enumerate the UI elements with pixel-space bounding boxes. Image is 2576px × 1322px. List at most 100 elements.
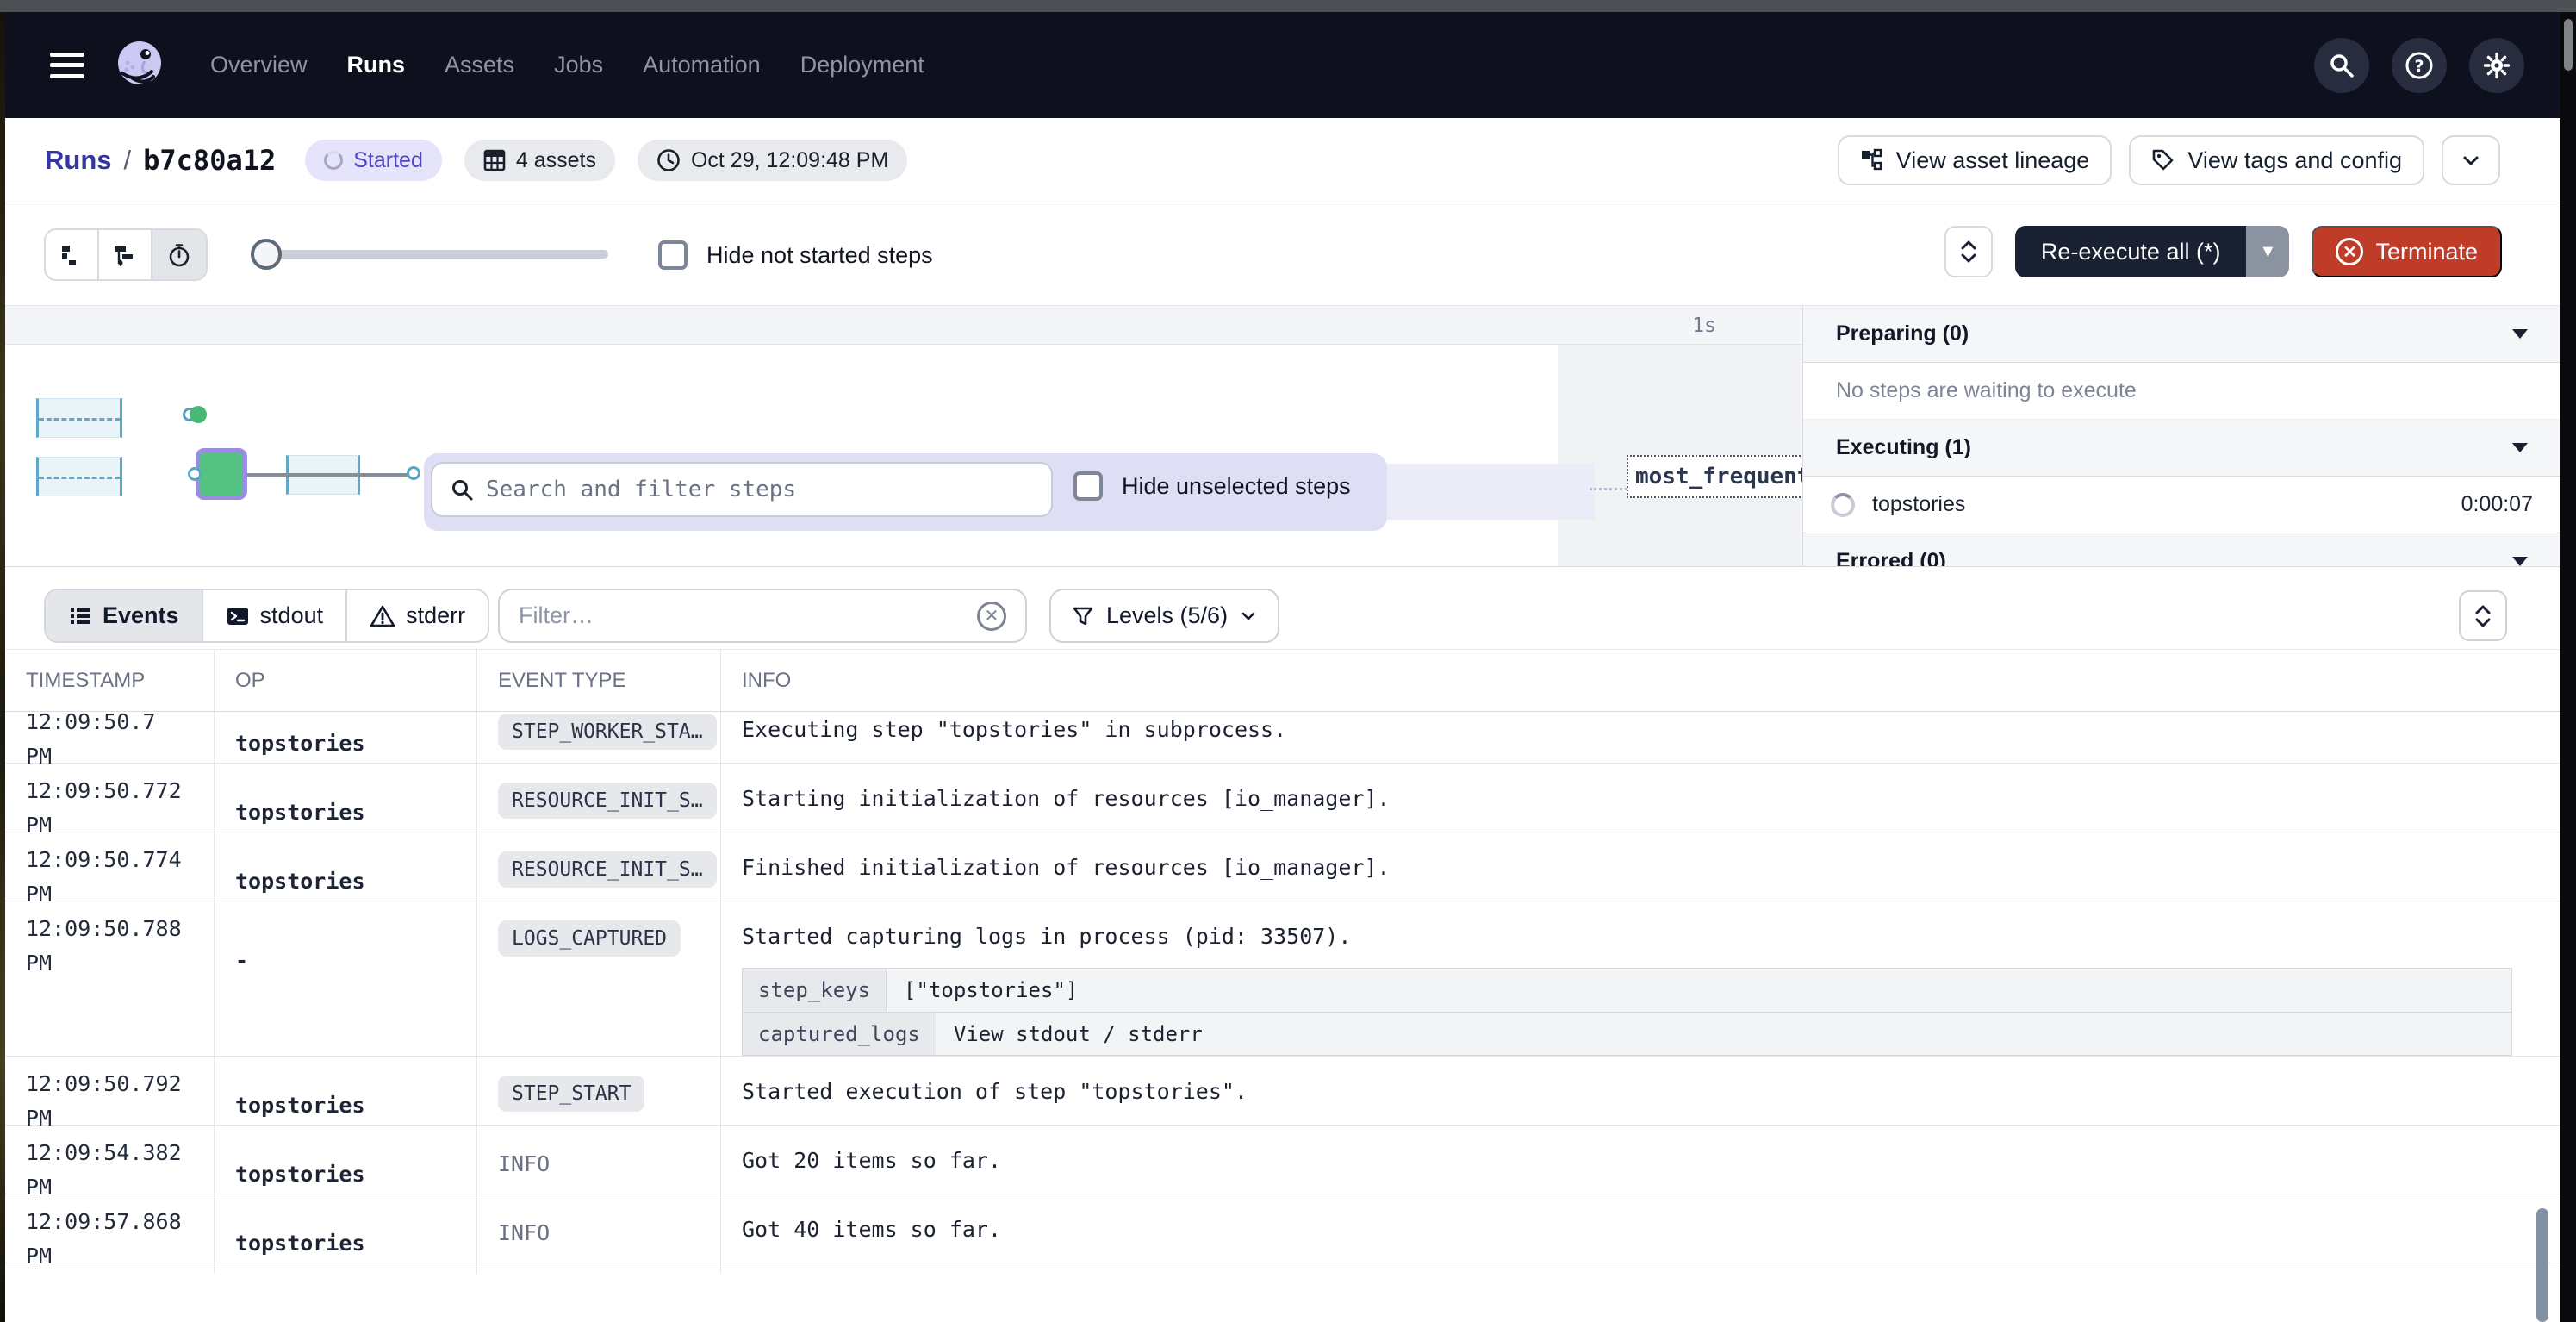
window-top-strip [0, 0, 2576, 12]
chevron-up-down-icon [2473, 603, 2492, 629]
view-stdout-stderr-link[interactable]: View stdout / stderr [936, 1013, 2511, 1055]
flat-view-button[interactable] [46, 230, 99, 279]
gantt-chart: 1s most_frequent Hide unselected steps [5, 306, 2560, 567]
step-label-most-frequent[interactable]: most_frequent [1627, 455, 1808, 498]
page-scrollbar-thumb[interactable] [2564, 19, 2573, 71]
view-asset-lineage-button[interactable]: View asset lineage [1838, 135, 2112, 185]
event-type-badge: LOGS_CAPTURED [498, 920, 681, 957]
event-type-text: INFO [498, 1144, 550, 1176]
event-row[interactable]: 12:09:50.792PM topstories STEP_START Sta… [5, 1057, 2560, 1126]
tab-stdout[interactable]: stdout [203, 590, 348, 641]
main-nav-items: Overview Runs Assets Jobs Automation Dep… [210, 52, 924, 78]
warning-triangle-icon [370, 604, 395, 628]
run-header-actions: View asset lineage View tags and config [1838, 135, 2500, 185]
event-row[interactable]: 12:09:50.774PM topstories RESOURCE_INIT_… [5, 832, 2560, 901]
nav-item-overview[interactable]: Overview [210, 52, 308, 78]
nav-item-jobs[interactable]: Jobs [554, 52, 603, 78]
gantt-view-mode-toggle [44, 228, 208, 281]
tab-stderr[interactable]: stderr [347, 590, 488, 641]
nav-item-deployment[interactable]: Deployment [800, 52, 924, 78]
hide-not-started-control: Hide not started steps [658, 240, 933, 270]
collapse-caret-icon [2512, 443, 2528, 452]
not-started-step-box[interactable] [36, 457, 122, 496]
gear-icon[interactable] [2469, 38, 2524, 93]
column-timestamp[interactable]: TIMESTAMP [5, 650, 214, 711]
search-icon[interactable] [2314, 38, 2369, 93]
event-type-badge: RESOURCE_INIT_S… [498, 783, 717, 819]
nav-utility-icons: ? [2314, 38, 2524, 93]
terminal-icon [226, 604, 250, 628]
dependency-edge [247, 473, 413, 477]
waterfall-view-button[interactable] [99, 230, 152, 279]
run-header-row: Runs / b7c80a12 Started 4 assets Oct 29,… [5, 118, 2560, 203]
event-log-toolbar: Events stdout stderr ✕ Levels (5/6) [5, 567, 2560, 649]
column-op[interactable]: OP [214, 650, 476, 711]
clear-filter-icon[interactable]: ✕ [977, 602, 1006, 631]
gantt-toolbar: Hide not started steps Re-execute all (*… [5, 203, 2560, 306]
waterfall-view-icon [112, 242, 138, 268]
nav-item-runs[interactable]: Runs [347, 52, 406, 78]
log-filter-input[interactable] [519, 602, 963, 629]
gantt-zoom-slider[interactable] [252, 250, 608, 259]
event-info: Started capturing logs in process (pid: … [742, 924, 2526, 949]
step-states-panel: Preparing (0) No steps are waiting to ex… [1802, 306, 2560, 567]
executing-section-header[interactable]: Executing (1) [1803, 420, 2560, 477]
event-log-scrollbar-thumb[interactable] [2536, 1208, 2548, 1322]
step-search-input[interactable] [486, 477, 1034, 502]
run-badges: Started 4 assets Oct 29, 12:09:48 PM [305, 140, 907, 181]
hide-not-started-label: Hide not started steps [706, 242, 933, 269]
step-spinner-icon [1831, 493, 1855, 517]
hamburger-menu-icon[interactable] [50, 53, 84, 78]
preparing-section-header[interactable]: Preparing (0) [1803, 306, 2560, 363]
hide-unselected-checkbox[interactable] [1073, 471, 1103, 501]
not-started-step-box[interactable] [36, 398, 122, 438]
panel-resize-button[interactable] [1944, 226, 1993, 277]
breadcrumb-runs-link[interactable]: Runs [45, 145, 112, 176]
event-info: Finished initialization of resources [io… [720, 832, 2560, 912]
top-nav: Overview Runs Assets Jobs Automation Dep… [5, 12, 2560, 118]
run-actions-chevron-button[interactable] [2442, 135, 2500, 185]
expand-log-panel-button[interactable] [2459, 590, 2507, 641]
tab-events[interactable]: Events [46, 590, 203, 641]
reexecute-dropdown-button[interactable]: ▼ [2246, 226, 2289, 277]
run-action-buttons: Re-execute all (*) ▼ ✕ Terminate [1944, 226, 2502, 277]
tag-icon [2151, 148, 2175, 172]
asset-grid-icon [483, 149, 506, 171]
hide-not-started-checkbox[interactable] [658, 240, 688, 270]
event-row[interactable]: 12:09:54.382PM topstories INFO Got 20 it… [5, 1126, 2560, 1194]
nav-item-automation[interactable]: Automation [643, 52, 761, 78]
column-event-type[interactable]: EVENT TYPE [476, 650, 720, 711]
gantt-zoom-slider-handle[interactable] [251, 239, 282, 270]
selected-running-step-box[interactable] [196, 448, 247, 500]
dependency-edge-endpoint [407, 466, 420, 480]
dagster-logo[interactable] [114, 39, 167, 92]
step-search-box[interactable] [431, 462, 1053, 517]
errored-section-header[interactable]: Errored (0) [1803, 533, 2560, 567]
funnel-icon [1072, 605, 1094, 627]
event-row[interactable]: 12:09:50.788PM - LOGS_CAPTURED Started c… [5, 901, 2560, 1057]
executing-step-row[interactable]: topstories 0:00:07 [1803, 477, 2560, 533]
gantt-time-axis: 1s [5, 306, 1802, 345]
column-info[interactable]: INFO [720, 650, 2560, 711]
timed-view-button[interactable] [152, 230, 206, 279]
chevron-down-icon [1240, 608, 1257, 625]
reexecute-all-button[interactable]: Re-execute all (*) [2015, 226, 2247, 277]
help-icon[interactable]: ? [2392, 38, 2447, 93]
event-type-badge: RESOURCE_INIT_S… [498, 851, 717, 888]
event-row[interactable]: 12:09:50.772PM topstories RESOURCE_INIT_… [5, 764, 2560, 832]
levels-filter-button[interactable]: Levels (5/6) [1049, 589, 1279, 643]
clock-icon [656, 148, 681, 172]
breadcrumb: Runs / b7c80a12 [45, 144, 276, 177]
terminate-button[interactable]: ✕ Terminate [2312, 226, 2502, 277]
event-row[interactable]: 12:09:57.868PM topstories INFO Got 40 it… [5, 1194, 2560, 1263]
event-list-icon [68, 604, 92, 628]
page-scrollbar-track[interactable] [2560, 12, 2576, 1322]
view-tags-config-button[interactable]: View tags and config [2129, 135, 2424, 185]
collapse-caret-icon [2512, 329, 2528, 339]
log-filter-box[interactable]: ✕ [498, 589, 1027, 643]
nav-item-assets[interactable]: Assets [445, 52, 514, 78]
assets-badge[interactable]: 4 assets [464, 140, 615, 181]
event-info: Started execution of step "topstories". [720, 1057, 2560, 1136]
event-info: Got 40 items so far. [720, 1194, 2560, 1274]
mini-step-marker[interactable] [190, 406, 207, 423]
